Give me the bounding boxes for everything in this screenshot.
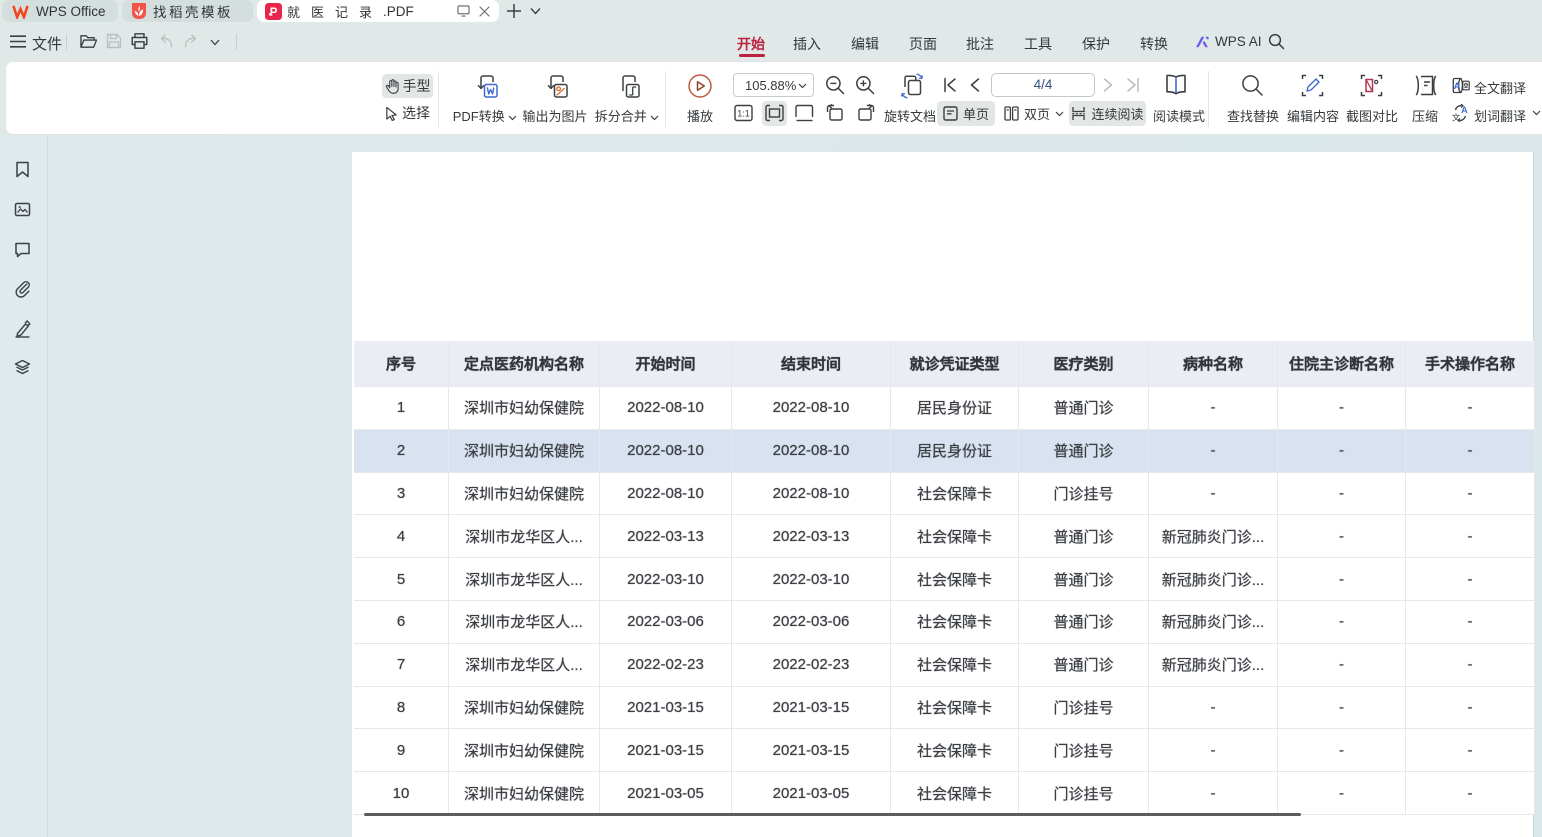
svg-text:A: A <box>1454 81 1461 92</box>
svg-text:文: 文 <box>1452 113 1461 123</box>
svg-text:P: P <box>270 7 278 19</box>
svg-text:A: A <box>1461 105 1468 115</box>
svg-text:1:1: 1:1 <box>737 109 750 119</box>
